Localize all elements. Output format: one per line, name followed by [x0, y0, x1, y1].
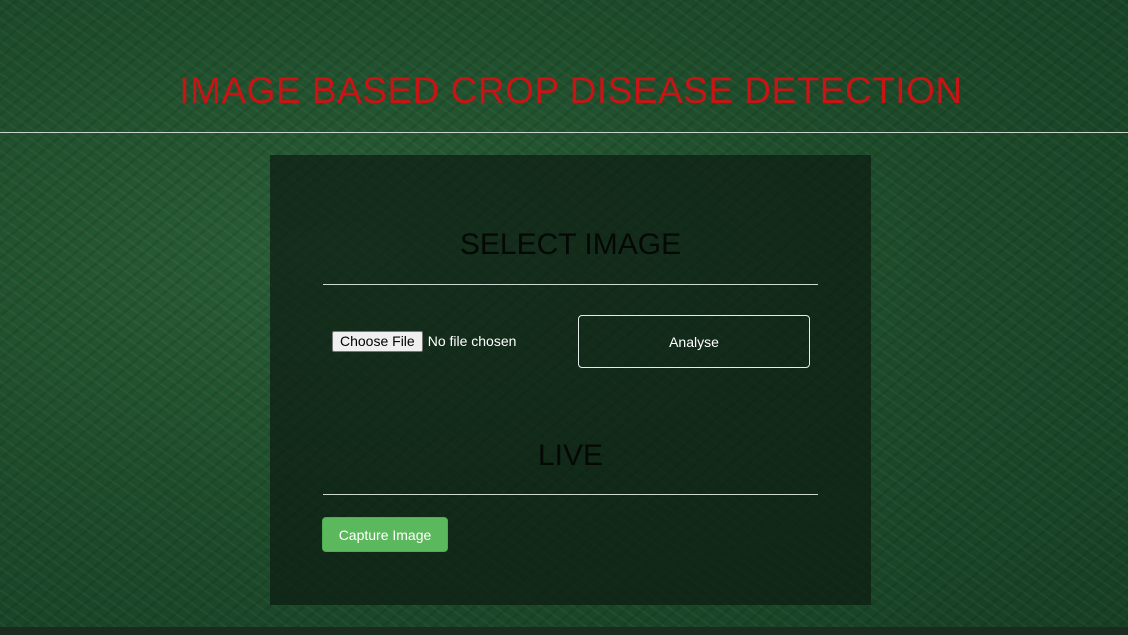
live-divider [323, 494, 818, 495]
choose-file-button[interactable]: Choose File [332, 331, 423, 352]
main-panel: SELECT IMAGE Choose File No file chosen … [270, 155, 871, 605]
file-status-text: No file chosen [427, 333, 517, 349]
capture-image-button[interactable]: Capture Image [322, 517, 448, 552]
header-divider [0, 132, 1128, 133]
select-image-divider [323, 284, 818, 285]
file-input[interactable]: Choose File No file chosen [332, 331, 516, 352]
page-title: IMAGE BASED CROP DISEASE DETECTION [179, 70, 963, 111]
page-header: IMAGE BASED CROP DISEASE DETECTION [0, 0, 1128, 133]
analyse-button[interactable]: Analyse [578, 315, 810, 368]
select-image-heading: SELECT IMAGE [459, 228, 682, 261]
live-heading: LIVE [537, 439, 604, 472]
footer-strip [0, 627, 1128, 635]
